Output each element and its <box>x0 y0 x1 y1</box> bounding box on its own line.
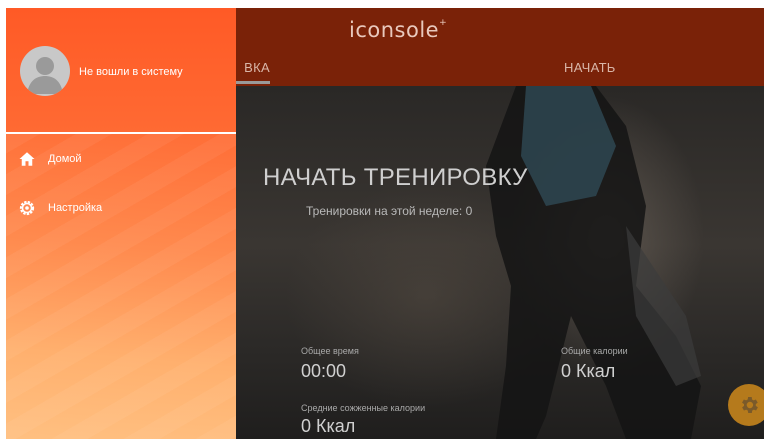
settings-fab-button[interactable] <box>728 384 764 426</box>
drawer-divider <box>6 132 236 134</box>
runner-photo <box>486 86 701 439</box>
avatar[interactable] <box>20 46 70 96</box>
drawer-header: Не вошли в систему <box>6 8 236 132</box>
home-icon <box>19 152 35 166</box>
login-status[interactable]: Не вошли в систему <box>79 66 183 78</box>
nav-item-settings[interactable]: Настройка <box>6 193 236 223</box>
hero-title: НАЧАТЬ ТРЕНИРОВКУ <box>263 164 528 191</box>
nav-item-label: Настройка <box>48 202 103 214</box>
total-calories-label: Общие калории <box>561 346 628 356</box>
avg-burned-calories-value: 0 Ккал <box>301 416 356 436</box>
total-time-label: Общее время <box>301 346 359 356</box>
tab-start[interactable]: НАЧАТЬ <box>564 60 616 75</box>
avg-burned-calories-label: Средние сожженные калории <box>301 403 426 413</box>
app-logo: iconsole+ <box>349 18 448 42</box>
total-calories-value: 0 Ккал <box>561 361 616 381</box>
nav-item-home[interactable]: Домой <box>6 144 236 174</box>
weekly-workouts-count: Тренировки на этой неделе: 0 <box>306 204 473 218</box>
total-time-value: 00:00 <box>301 361 347 381</box>
settings-icon <box>19 200 35 216</box>
navigation-drawer: Не вошли в систему Домой Настройка <box>6 8 236 439</box>
gear-icon <box>742 397 758 413</box>
user-placeholder-icon <box>27 57 63 94</box>
nav-item-label: Домой <box>48 153 82 165</box>
tab-indicator <box>236 81 270 84</box>
app-window: iconsole+ ВКА НАЧАТЬ НАЧАТЬ ТРЕНИРОВКУ Т… <box>6 8 764 439</box>
